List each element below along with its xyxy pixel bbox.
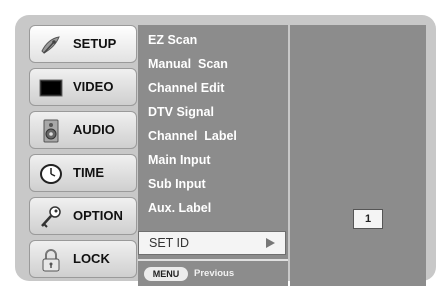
tab-video[interactable]: VIDEO — [29, 68, 137, 106]
arrow-right-icon — [266, 238, 275, 248]
menu-item-channel-edit[interactable]: Channel Edit — [148, 77, 224, 99]
tab-label: VIDEO — [73, 79, 114, 94]
menu-item-label: SET ID — [149, 236, 190, 250]
menu-item-channel-label[interactable]: Channel Label — [148, 125, 237, 147]
menu-item-ez-scan[interactable]: EZ Scan — [148, 29, 197, 51]
satellite-dish-icon — [41, 36, 60, 54]
tv-screen-icon — [39, 79, 63, 97]
tab-label: SETUP — [73, 36, 117, 51]
speaker-icon — [43, 119, 59, 143]
tab-label: TIME — [73, 165, 105, 180]
padlock-icon — [42, 249, 60, 272]
menu-item-main-input[interactable]: Main Input — [148, 149, 211, 171]
tab-time[interactable]: TIME — [29, 154, 137, 192]
clock-icon — [40, 164, 62, 184]
previous-label: Previous — [194, 268, 235, 279]
key-icon — [41, 206, 61, 228]
tab-option[interactable]: OPTION — [29, 197, 137, 235]
setup-submenu: EZ Scan Manual Scan Channel Edit DTV Sig… — [138, 25, 288, 259]
menu-item-aux-label[interactable]: Aux. Label — [148, 197, 211, 219]
menu-item-manual-scan[interactable]: Manual Scan — [148, 53, 228, 75]
menu-item-sub-input[interactable]: Sub Input — [148, 173, 206, 195]
set-id-value[interactable]: 1 — [353, 209, 383, 229]
tab-setup[interactable]: SETUP — [29, 25, 137, 63]
value-panel: 1 — [290, 25, 426, 286]
menu-item-set-id[interactable]: SET ID — [138, 231, 286, 255]
osd-frame: SETUP VIDEO AUDIO TIME OPTION LOCK EZ Sc… — [15, 15, 436, 286]
footer-bar: MENU Previous — [138, 259, 288, 286]
tab-label: AUDIO — [73, 122, 115, 137]
tab-lock[interactable]: LOCK — [29, 240, 137, 278]
tab-label: OPTION — [73, 208, 123, 223]
menu-button[interactable]: MENU — [144, 267, 188, 281]
tab-audio[interactable]: AUDIO — [29, 111, 137, 149]
menu-item-dtv-signal[interactable]: DTV Signal — [148, 101, 214, 123]
tab-label: LOCK — [73, 251, 110, 266]
